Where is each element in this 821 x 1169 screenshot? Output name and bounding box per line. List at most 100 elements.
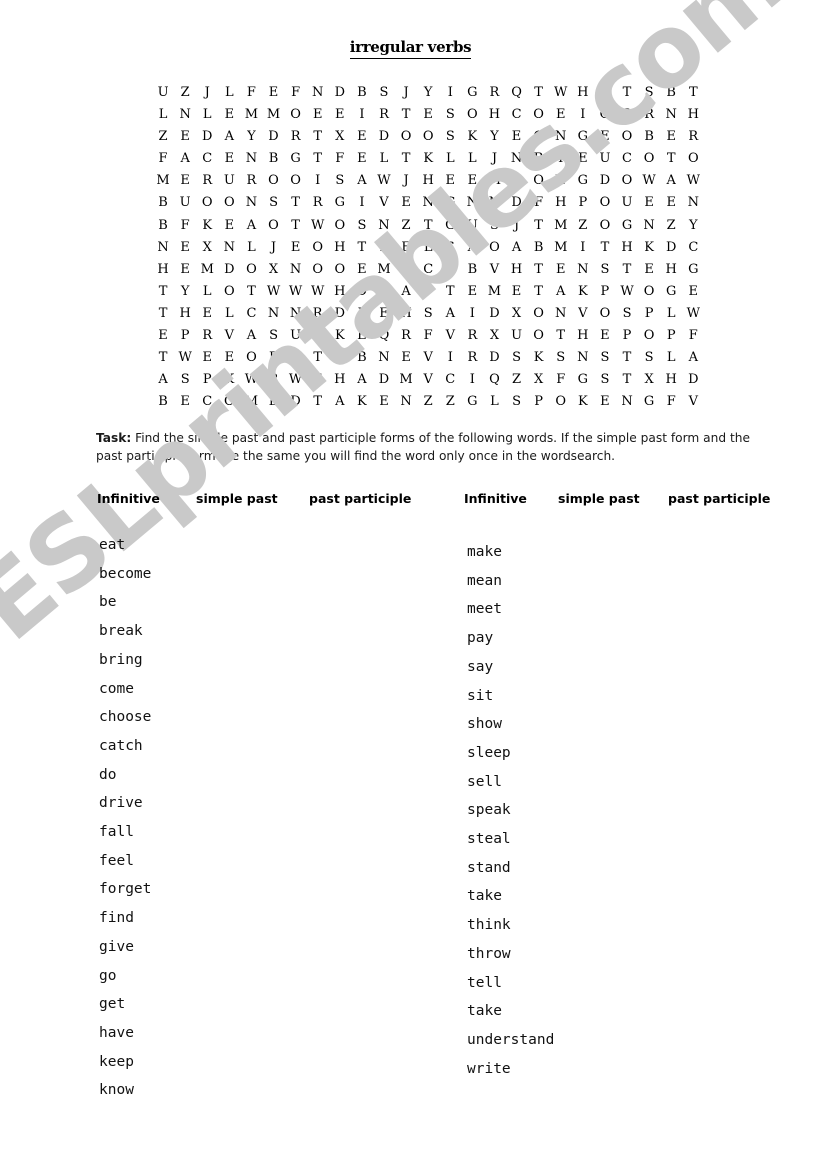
wordsearch-letter: T xyxy=(313,350,323,366)
wordsearch-letter: Z xyxy=(423,394,433,410)
wordsearch-letter: N xyxy=(289,261,302,277)
verb-list-item: do xyxy=(99,766,117,783)
wordsearch-letter: P xyxy=(578,195,588,211)
wordsearch-row: ZEDAYDRTXEDOOSKYEGNGEOBER xyxy=(152,126,704,148)
wordsearch-letter: R xyxy=(445,261,456,277)
wordsearch-letter: E xyxy=(268,394,279,410)
wordsearch-letter: Z xyxy=(180,85,190,100)
verb-list-item: have xyxy=(99,1024,134,1041)
wordsearch-letter: I xyxy=(447,85,453,100)
wordsearch-letter: W xyxy=(178,350,192,366)
wordsearch-letter: U xyxy=(511,328,523,344)
wordsearch-letter: C xyxy=(688,239,699,255)
worksheet-page: ESLprintables.com irregular verbs UZJLFE… xyxy=(0,0,821,1169)
wordsearch-letter: B xyxy=(622,107,632,123)
wordsearch-letter: L xyxy=(666,305,676,321)
wordsearch-letter: G xyxy=(533,129,544,145)
wordsearch-letter: A xyxy=(688,350,698,366)
wordsearch-letter: D xyxy=(688,372,699,388)
verb-list-item: become xyxy=(99,565,152,582)
wordsearch-row: TYLOTWWWHDIAPTEMETAKPWOGE xyxy=(152,281,704,303)
verb-list-item: find xyxy=(99,910,134,927)
wordsearch-letter: A xyxy=(357,173,367,189)
wordsearch-letter: E xyxy=(600,85,610,100)
wordsearch-grid: UZJLFEFNDBSJYIGRQTWHETSBTLNLEMMOEEIRTESO… xyxy=(152,82,704,413)
wordsearch-letter: O xyxy=(246,350,257,366)
wordsearch-letter: T xyxy=(556,328,566,344)
wordsearch-letter: E xyxy=(511,283,522,299)
wordsearch-letter: E xyxy=(224,107,235,123)
verb-list-item: break xyxy=(99,623,143,640)
verb-list-item: go xyxy=(99,967,117,984)
wordsearch-letter: O xyxy=(599,217,611,233)
wordsearch-letter: L xyxy=(158,107,168,123)
wordsearch-letter: V xyxy=(423,350,433,366)
verb-list-right: make mean meet pay say sit show sleep sell speak s… xyxy=(467,538,554,1083)
wordsearch-letter: O xyxy=(533,305,544,321)
wordsearch-letter: W xyxy=(642,173,656,189)
wordsearch-letter: B xyxy=(268,151,279,167)
wordsearch-letter: F xyxy=(556,372,566,388)
wordsearch-letter: I xyxy=(381,283,387,299)
wordsearch-letter: E xyxy=(224,217,235,233)
wordsearch-letter: T xyxy=(622,372,632,388)
verb-list-item: mean xyxy=(467,572,502,589)
wordsearch-letter: A xyxy=(224,129,235,145)
wordsearch-letter: K xyxy=(577,283,588,299)
wordsearch-letter: M xyxy=(399,372,413,388)
wordsearch-letter: O xyxy=(334,217,346,233)
wordsearch-letter: N xyxy=(510,151,523,167)
wordsearch-letter: E xyxy=(357,129,367,145)
wordsearch-letter: T xyxy=(158,350,168,366)
wordsearch-letter: O xyxy=(599,305,611,321)
wordsearch-letter: T xyxy=(622,261,632,277)
wordsearch-letter: F xyxy=(291,85,301,100)
wordsearch-letter: J xyxy=(513,217,520,233)
wordsearch-letter: U xyxy=(599,151,611,167)
wordsearch-letter: H xyxy=(577,328,589,344)
wordsearch-letter: K xyxy=(334,328,345,344)
wordsearch-letter: L xyxy=(225,305,234,321)
wordsearch-letter: E xyxy=(202,305,212,321)
wordsearch-letter: U xyxy=(290,328,302,344)
wordsearch-letter: N xyxy=(555,305,567,321)
wordsearch-letter: Y xyxy=(180,283,190,299)
wordsearch-letter: K xyxy=(533,350,544,366)
wordsearch-letter: E xyxy=(180,261,190,277)
wordsearch-letter: T xyxy=(313,129,323,145)
wordsearch-letter: S xyxy=(423,305,433,321)
wordsearch-letter: H xyxy=(555,195,567,211)
wordsearch-letter: D xyxy=(356,283,368,299)
wordsearch-letter: E xyxy=(644,195,654,211)
wordsearch-letter: D xyxy=(268,129,279,145)
wordsearch-letter: Z xyxy=(158,129,168,145)
wordsearch-letter: K xyxy=(224,372,235,388)
wordsearch-letter: T xyxy=(158,305,168,321)
wordsearch-letter: E xyxy=(600,129,610,145)
wordsearch-letter: O xyxy=(687,151,699,167)
wordsearch-letter: E xyxy=(666,129,676,145)
wordsearch-letter: D xyxy=(378,129,390,145)
wordsearch-letter: N xyxy=(665,107,677,123)
wordsearch-letter: R xyxy=(312,305,323,321)
wordsearch-row: LNLEMMOEEIRTESOHCOEIOBRNH xyxy=(152,104,704,126)
wordsearch-letter: V xyxy=(688,394,698,410)
wordsearch-row: BUOONSTRGIVENGNNDFHPOUEEN xyxy=(152,192,704,214)
wordsearch-letter: T xyxy=(622,350,632,366)
wordsearch-letter: I xyxy=(359,195,365,211)
wordsearch-letter: T xyxy=(313,151,323,167)
wordsearch-letter: R xyxy=(533,151,544,167)
wordsearch-letter: O xyxy=(599,195,611,211)
wordsearch-letter: P xyxy=(180,328,190,344)
wordsearch-letter: X xyxy=(489,328,500,344)
wordsearch-letter: C xyxy=(202,151,213,167)
wordsearch-letter: H xyxy=(422,173,434,189)
wordsearch-letter: E xyxy=(666,195,676,211)
wordsearch-letter: H xyxy=(400,305,412,321)
wordsearch-letter: Y xyxy=(490,129,499,145)
wordsearch-letter: E xyxy=(445,173,456,189)
wordsearch-letter: P xyxy=(644,305,654,321)
wordsearch-letter: R xyxy=(467,328,478,344)
wordsearch-letter: K xyxy=(423,151,434,167)
wordsearch-letter: J xyxy=(204,85,210,100)
